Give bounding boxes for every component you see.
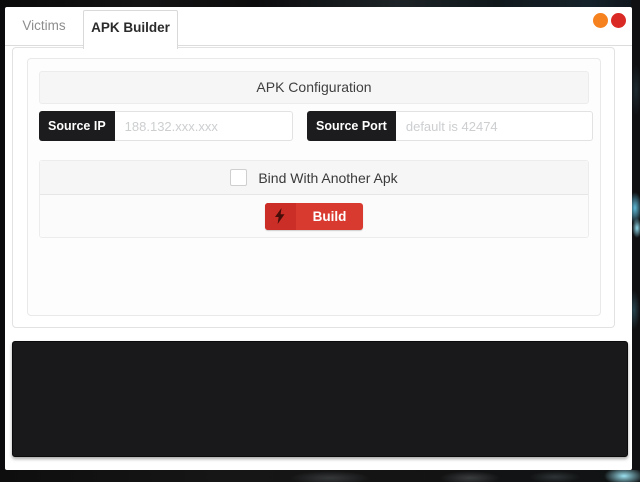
source-port-input[interactable] — [395, 111, 593, 141]
source-ip-group: Source IP — [39, 111, 293, 141]
build-button[interactable]: Build — [264, 202, 364, 230]
app-window: Victims APK Builder APK Configuration So… — [5, 7, 632, 470]
tab-apk-builder[interactable]: APK Builder — [83, 10, 178, 49]
wallpaper-right-edge — [631, 0, 640, 482]
connection-form-row: Source IP Source Port — [39, 111, 593, 141]
minimize-button[interactable] — [592, 13, 608, 28]
bind-apk-label: Bind With Another Apk — [258, 169, 398, 186]
options-container: Bind With Another Apk Build — [39, 160, 589, 238]
tab-victims[interactable]: Victims — [5, 7, 83, 45]
bind-apk-row[interactable]: Bind With Another Apk — [40, 161, 588, 195]
apk-builder-panel: APK Configuration Source IP Source Port … — [12, 47, 615, 328]
lightning-bolt-icon — [264, 202, 296, 230]
close-button[interactable] — [611, 13, 626, 28]
source-port-label: Source Port — [307, 111, 396, 141]
section-title: APK Configuration — [39, 71, 589, 104]
tab-bar: Victims APK Builder — [5, 7, 632, 49]
window-controls — [592, 13, 626, 31]
bind-apk-checkbox[interactable] — [230, 169, 248, 186]
build-button-label: Build — [312, 208, 347, 224]
build-row: Build — [40, 195, 588, 237]
wallpaper-bottom-edge — [0, 470, 640, 482]
build-log-console[interactable] — [12, 341, 628, 457]
source-ip-input[interactable] — [114, 111, 293, 141]
source-ip-label: Source IP — [39, 111, 115, 141]
apk-config-form: APK Configuration Source IP Source Port … — [27, 58, 601, 316]
source-port-group: Source Port — [307, 111, 593, 141]
